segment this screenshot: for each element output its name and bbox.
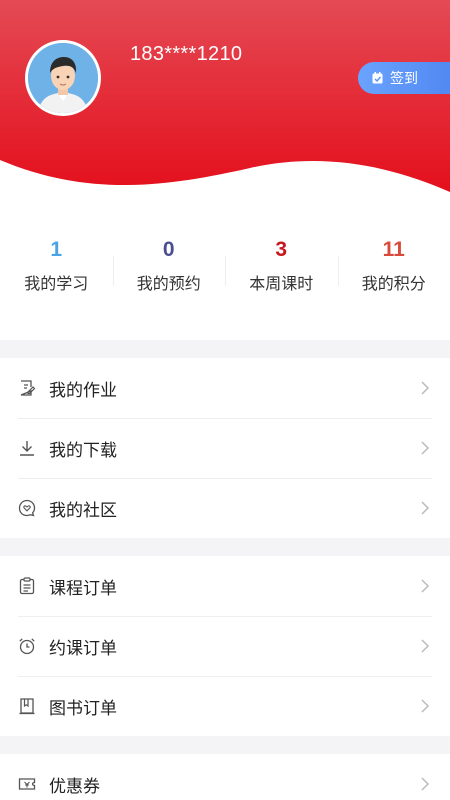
stat-label: 本周课时: [249, 274, 314, 293]
menu-label: 图书订单: [49, 698, 117, 719]
stats-bar: 1 我的学习 0 我的预约 3 本周课时 11 我的积分: [0, 232, 450, 312]
stat-value: 1: [50, 238, 63, 261]
chevron-right-icon: [421, 441, 430, 455]
stat-label: 我的积分: [361, 274, 426, 293]
menu-item-book-order[interactable]: 图书订单: [0, 676, 450, 736]
coupon-icon: [18, 778, 36, 790]
chevron-right-icon: [421, 579, 430, 593]
stat-label: 我的学习: [24, 274, 89, 293]
avatar-image: [28, 43, 98, 113]
chevron-right-icon: [421, 639, 430, 653]
stat-points[interactable]: 11 我的积分: [337, 232, 450, 312]
checkin-label: 签到: [390, 71, 418, 87]
menu-label: 课程订单: [49, 578, 117, 599]
menu-item-course-order[interactable]: 课程订单: [0, 556, 450, 616]
stat-study[interactable]: 1 我的学习: [0, 232, 113, 312]
menu-label: 我的下载: [49, 440, 117, 461]
profile-header: 183****1210 签到: [0, 0, 450, 200]
section-divider: [0, 538, 450, 556]
course-order-icon: [19, 577, 35, 595]
menu-group-orders: 课程订单 约课订单 图书订单: [0, 556, 450, 736]
stat-weekly-hours[interactable]: 3 本周课时: [225, 232, 338, 312]
stat-value: 11: [382, 238, 405, 261]
checkin-button[interactable]: 签到: [358, 62, 450, 94]
chevron-right-icon: [421, 501, 430, 515]
calendar-check-icon: [372, 72, 383, 84]
menu-label: 优惠券: [49, 776, 100, 797]
section-divider: [0, 340, 450, 358]
section-divider: [0, 736, 450, 754]
homework-icon: [20, 380, 36, 396]
download-icon: [20, 441, 34, 456]
book-icon: [19, 698, 35, 715]
menu-item-booking-order[interactable]: 约课订单: [0, 616, 450, 676]
menu-item-download[interactable]: 我的下载: [0, 418, 450, 478]
chevron-right-icon: [421, 699, 430, 713]
stat-value: 3: [275, 238, 288, 261]
alarm-clock-icon: [19, 638, 35, 655]
chevron-right-icon: [421, 777, 430, 791]
community-icon: [18, 499, 36, 517]
user-phone: 183****1210: [130, 43, 243, 65]
stat-reservation[interactable]: 0 我的预约: [112, 232, 226, 312]
menu-item-coupon[interactable]: 优惠券: [0, 754, 450, 800]
menu-item-community[interactable]: 我的社区: [0, 478, 450, 538]
menu-group-learning: 我的作业 我的下载 我的社区: [0, 358, 450, 538]
chevron-right-icon: [421, 381, 430, 395]
stat-value: 0: [162, 238, 175, 261]
menu-label: 我的社区: [49, 500, 117, 521]
menu-label: 我的作业: [49, 380, 117, 401]
stat-label: 我的预约: [136, 274, 201, 293]
menu-group-benefits: 优惠券: [0, 754, 450, 800]
menu-label: 约课订单: [49, 638, 117, 659]
menu-item-homework[interactable]: 我的作业: [0, 358, 450, 418]
avatar[interactable]: [25, 40, 101, 116]
